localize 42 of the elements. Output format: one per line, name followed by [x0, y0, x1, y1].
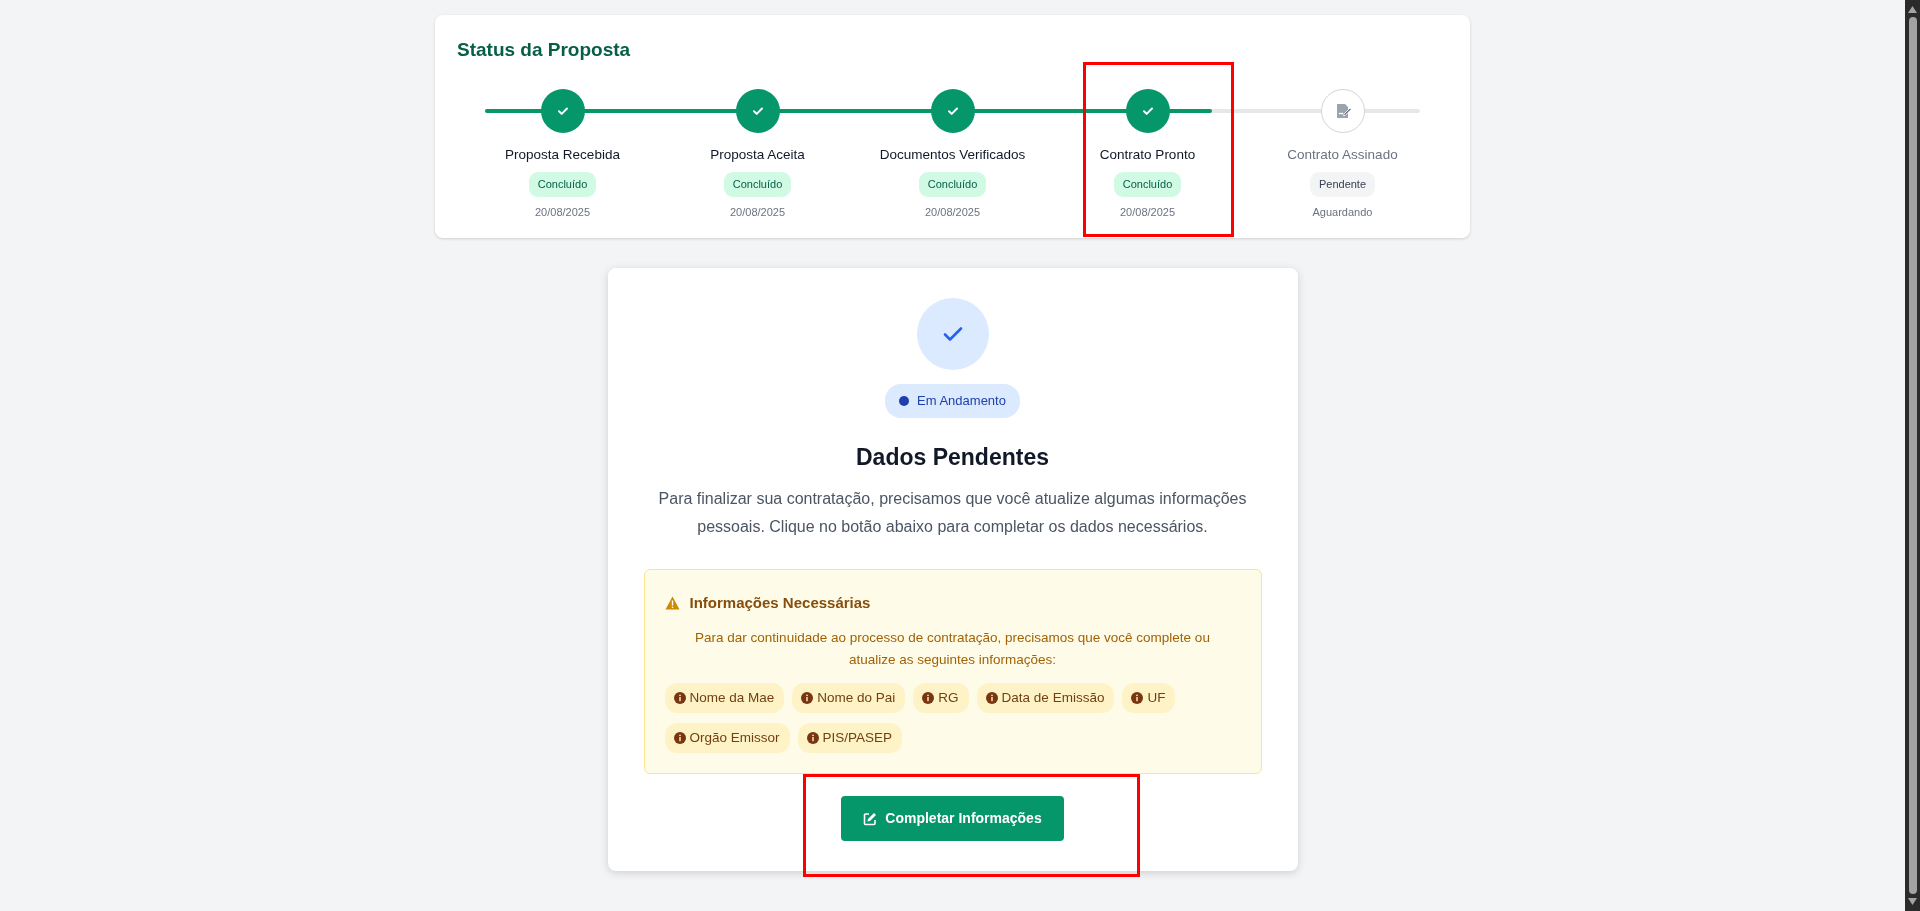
field-tag: Data de Emissão [976, 682, 1115, 713]
status-badge: Em Andamento [885, 384, 1020, 418]
warning-icon [664, 596, 680, 611]
field-tag: Nome da Mae [664, 682, 785, 713]
card-title: Status da Proposta [457, 39, 632, 62]
info-icon [922, 691, 935, 704]
status-pill: Concluído [723, 172, 792, 197]
complete-info-button[interactable]: Completar Informações [841, 796, 1064, 842]
step-name: Proposta Aceita [710, 145, 805, 164]
status-pill: Pendente [1309, 172, 1376, 197]
info-icon [801, 691, 814, 704]
notice-title: Informações Necessárias [689, 593, 871, 614]
field-tag: RG [913, 682, 969, 713]
info-icon [985, 691, 998, 704]
edit-icon [863, 811, 878, 826]
scrollbar[interactable] [1905, 0, 1920, 911]
step-date: 20/08/2025 [534, 204, 591, 220]
step-name: Contrato Pronto [1099, 145, 1196, 164]
step-date: 20/08/2025 [924, 204, 981, 220]
step-date: 20/08/2025 [729, 204, 786, 220]
step-name: Proposta Recebida [505, 145, 620, 164]
info-icon [806, 732, 819, 744]
info-icon [673, 691, 686, 704]
notice-text: Para dar continuidade ao processo de contratação, precisamos que você complete ou atualize as seguintes informações: [694, 628, 1211, 669]
field-tag: PIS/PASEP [797, 722, 903, 754]
status-pill: Concluído [1113, 172, 1182, 197]
field-tag: Orgão Emissor [664, 722, 790, 754]
step-name: Contrato Assinado [1287, 145, 1398, 164]
card-heading: Dados Pendentes [856, 443, 1049, 472]
status-pill: Concluído [528, 172, 597, 197]
step-date: 20/08/2025 [1119, 204, 1176, 220]
step-date: Aguardando [1312, 204, 1373, 220]
scrollbar-thumb[interactable] [1908, 17, 1917, 894]
scroll-down-icon[interactable] [1908, 898, 1917, 905]
status-pill: Concluído [918, 172, 987, 197]
field-tag: Nome do Pai [792, 682, 906, 713]
step-name: Documentos Verificados [879, 145, 1026, 164]
description-text: Para finalizar sua contratação, precisamos que você atualize algumas informações pessoais. Clique no botão abaixo para completar os dados necessários. [657, 489, 1248, 538]
field-tag: UF [1122, 682, 1176, 713]
scroll-up-icon[interactable] [1908, 6, 1917, 13]
info-icon [1131, 691, 1144, 704]
info-icon [673, 732, 686, 744]
